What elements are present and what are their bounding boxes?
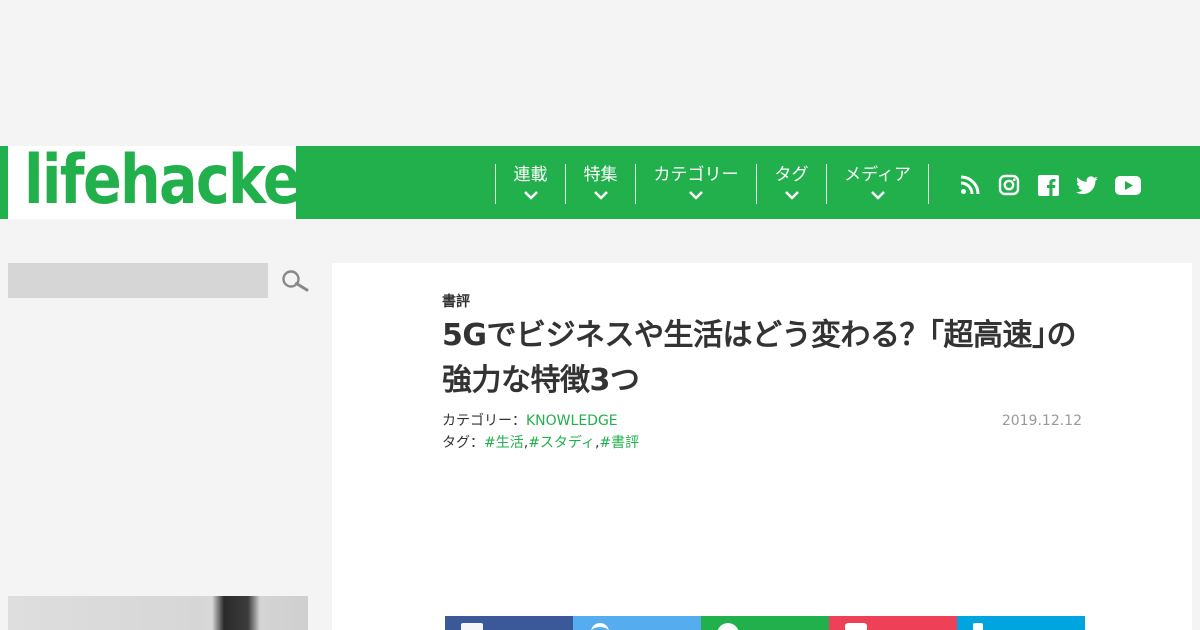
tag-link[interactable]: #生活 <box>484 435 524 451</box>
twitter-icon[interactable] <box>1074 172 1100 198</box>
tag-link[interactable]: #スタディ <box>528 435 595 451</box>
chevron-down-icon <box>593 191 608 200</box>
nav-item-series[interactable]: 連載 <box>495 164 565 204</box>
article-meta: カテゴリー：KNOWLEDGE タグ：#生活,#スタディ,#書評 <box>442 410 639 454</box>
meta-tags-row: タグ：#生活,#スタディ,#書評 <box>442 432 639 454</box>
nav-item-category[interactable]: カテゴリー <box>635 164 756 204</box>
meta-category-prefix: カテゴリー： <box>442 413 526 429</box>
article-card: 書評 5Gでビジネスや生活はどう変わる？｢超高速｣の強力な特徴3つ カテゴリー：… <box>332 263 1192 630</box>
article-title: 5Gでビジネスや生活はどう変わる？｢超高速｣の強力な特徴3つ <box>442 318 1077 398</box>
share-pocket-button[interactable] <box>829 616 957 630</box>
nav-item-label: 連載 <box>513 165 548 185</box>
chevron-down-icon <box>523 191 538 200</box>
meta-tags-prefix: タグ： <box>442 435 484 451</box>
line-icon <box>717 623 739 630</box>
nav-item-label: タグ <box>774 165 809 185</box>
facebook-icon <box>461 623 483 630</box>
search-icon[interactable] <box>281 269 309 293</box>
category-link[interactable]: KNOWLEDGE <box>526 413 618 429</box>
share-facebook-button[interactable] <box>445 616 573 630</box>
rss-icon[interactable] <box>957 172 983 198</box>
twitter-icon <box>591 623 609 630</box>
nav-item-label: カテゴリー <box>653 165 739 185</box>
chevron-down-icon <box>870 191 885 200</box>
pocket-icon <box>845 623 867 630</box>
share-line-button[interactable] <box>701 616 829 630</box>
logo-text[interactable]: lifehacker <box>24 138 328 224</box>
instagram-icon[interactable] <box>996 172 1022 198</box>
meta-category-row: カテゴリー：KNOWLEDGE <box>442 410 639 432</box>
nav-item-tags[interactable]: タグ <box>756 164 826 204</box>
youtube-icon[interactable] <box>1114 172 1142 198</box>
logo-accent-bar <box>0 146 8 219</box>
sidebar-author-photo[interactable] <box>8 596 308 630</box>
share-bar <box>445 616 1085 630</box>
tag-link[interactable]: #書評 <box>599 435 639 451</box>
share-twitter-button[interactable] <box>573 616 701 630</box>
nav-item-media[interactable]: メディア <box>826 164 928 204</box>
chevron-down-icon <box>689 191 703 200</box>
nav-item-label: 特集 <box>583 165 618 185</box>
article-date: 2019.12.12 <box>1001 413 1082 429</box>
share-hatena-button[interactable] <box>957 616 1085 630</box>
search-input[interactable] <box>8 263 268 298</box>
nav-item-features[interactable]: 特集 <box>565 164 635 204</box>
site-logo[interactable]: lifehacker <box>0 141 328 220</box>
facebook-icon[interactable] <box>1035 172 1061 198</box>
hatena-icon <box>973 623 983 630</box>
global-nav: 連載 特集 カテゴリー タグ メディア <box>296 146 1200 219</box>
chevron-down-icon <box>784 191 799 200</box>
article-category-label[interactable]: 書評 <box>442 291 470 311</box>
nav-item-label: メディア <box>844 165 911 185</box>
nav-divider <box>928 164 929 204</box>
